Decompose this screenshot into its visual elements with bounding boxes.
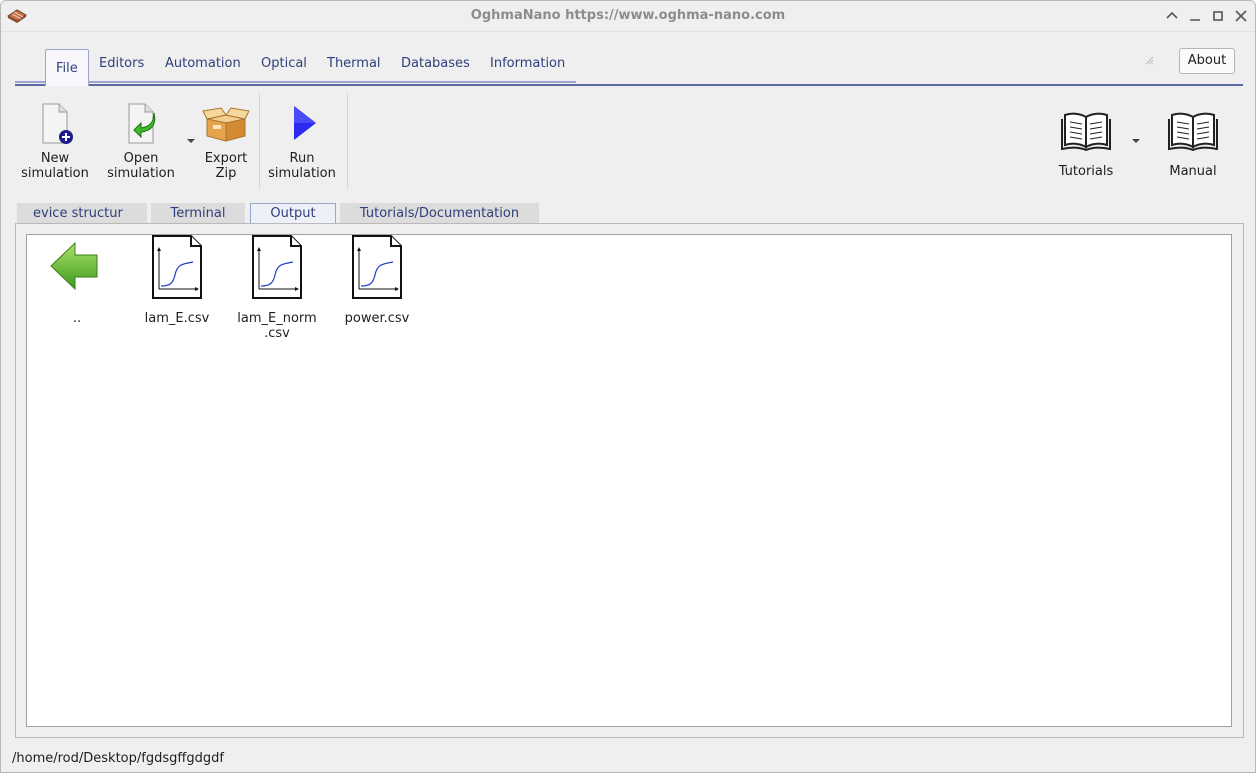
- new-file-icon: [19, 101, 91, 151]
- title-bar: OghmaNano https://www.oghma-nano.com: [1, 1, 1255, 32]
- new-simulation-label-1: New: [40, 151, 70, 166]
- tab-editors[interactable]: Editors: [97, 47, 146, 83]
- tab-file[interactable]: File: [45, 49, 89, 86]
- resize-grip-icon: [1144, 54, 1154, 65]
- toolbar-separator: [259, 93, 260, 189]
- file-name: lam_E.csv: [144, 311, 210, 326]
- tab-databases[interactable]: Databases: [399, 47, 472, 83]
- ribbon-divider: [15, 84, 1243, 86]
- run-simulation-label-2: simulation: [268, 166, 336, 181]
- file-item-parent[interactable]: ..: [27, 235, 127, 326]
- file-name-line1: lam_E_norm: [237, 311, 317, 326]
- tab-automation[interactable]: Automation: [163, 47, 243, 83]
- tutorials-dropdown-icon[interactable]: [1132, 139, 1140, 143]
- tutorials-label: Tutorials: [1058, 164, 1114, 179]
- open-file-icon: [105, 101, 177, 151]
- window-title: OghmaNano https://www.oghma-nano.com: [470, 8, 786, 23]
- graph-file-icon: [327, 235, 427, 303]
- close-icon[interactable]: [1233, 8, 1249, 24]
- tab-tutorials-documentation[interactable]: Tutorials/Documentation: [340, 203, 539, 225]
- toolbar-separator: [347, 93, 348, 189]
- file-item-lam-e-norm[interactable]: lam_E_norm .csv: [227, 235, 327, 341]
- file-name: power.csv: [344, 311, 410, 326]
- run-simulation-button[interactable]: Run simulation: [264, 101, 340, 181]
- chevron-up-icon[interactable]: [1164, 8, 1180, 24]
- export-zip-label-1: Export: [204, 151, 248, 166]
- export-zip-label-2: Zip: [215, 166, 237, 181]
- open-simulation-label-2: simulation: [107, 166, 175, 181]
- main-window: OghmaNano https://www.oghma-nano.com Fil…: [0, 0, 1256, 773]
- book-icon: [1051, 109, 1121, 155]
- status-path: /home/rod/Desktop/fgdsgffgdgdf: [12, 751, 224, 766]
- new-simulation-label-2: simulation: [21, 166, 89, 181]
- open-simulation-label-1: Open: [123, 151, 159, 166]
- manual-label: Manual: [1169, 164, 1217, 179]
- file-name: ..: [72, 311, 82, 326]
- manual-button[interactable]: Manual: [1158, 109, 1228, 179]
- new-simulation-button[interactable]: New simulation: [19, 101, 91, 181]
- tab-optical[interactable]: Optical: [259, 47, 309, 83]
- graph-file-icon: [227, 235, 327, 303]
- tab-device-structure[interactable]: evice structur: [17, 203, 147, 225]
- maximize-icon[interactable]: [1210, 8, 1226, 24]
- play-icon: [264, 101, 340, 151]
- tab-information[interactable]: Information: [488, 47, 567, 83]
- about-button[interactable]: About: [1179, 48, 1235, 74]
- tutorials-button[interactable]: Tutorials: [1051, 109, 1121, 179]
- book-icon: [1158, 109, 1228, 155]
- tab-terminal[interactable]: Terminal: [151, 203, 245, 225]
- minimize-icon[interactable]: [1187, 8, 1203, 24]
- file-item-lam-e[interactable]: lam_E.csv: [127, 235, 227, 326]
- back-arrow-icon: [27, 235, 127, 301]
- file-name-line2: .csv: [264, 326, 290, 341]
- export-zip-button[interactable]: Export Zip: [195, 101, 257, 181]
- box-icon: [195, 101, 257, 151]
- open-simulation-button[interactable]: Open simulation: [105, 101, 177, 181]
- graph-file-icon: [127, 235, 227, 303]
- run-simulation-label-1: Run: [289, 151, 315, 166]
- tab-thermal[interactable]: Thermal: [325, 47, 383, 83]
- open-dropdown-icon[interactable]: [187, 139, 195, 143]
- file-item-power[interactable]: power.csv: [327, 235, 427, 326]
